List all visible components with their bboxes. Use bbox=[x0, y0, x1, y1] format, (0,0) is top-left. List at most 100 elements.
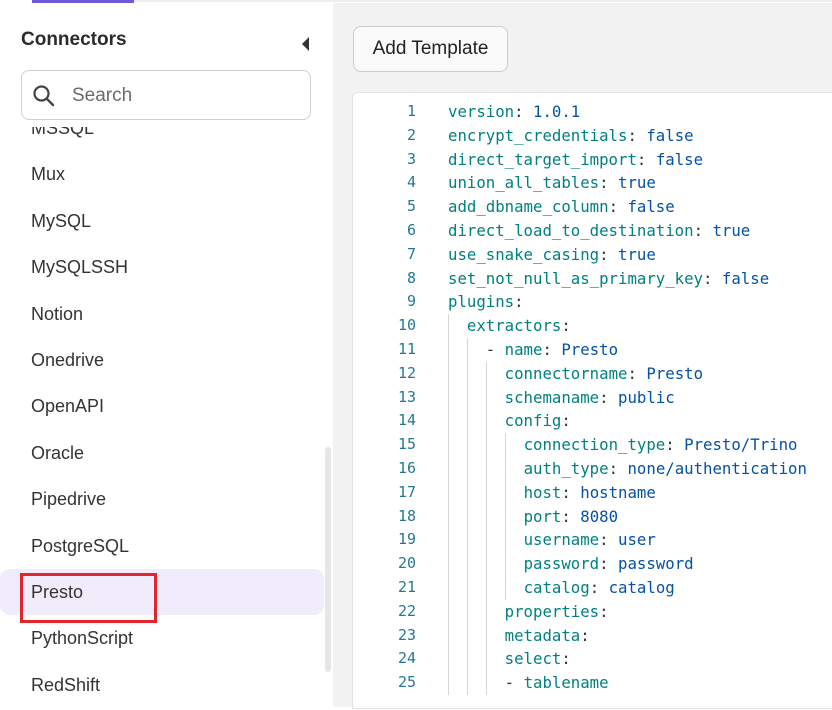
code-line: 19 username: user bbox=[353, 528, 832, 552]
line-number: 22 bbox=[397, 601, 416, 620]
connector-list: MSSQL Mux MySQL MySQLSSH Notion Onedrive OpenA… bbox=[0, 127, 324, 710]
line-number: 15 bbox=[397, 435, 416, 454]
code-content: use_snake_casing: true bbox=[448, 244, 656, 264]
code-content: properties: bbox=[504, 601, 609, 621]
connector-item-postgresql[interactable]: PostgreSQL bbox=[0, 523, 324, 569]
yaml-key: extractors bbox=[466, 316, 562, 336]
search-icon bbox=[33, 85, 55, 107]
code-line: 18 port: 8080 bbox=[353, 505, 832, 529]
code-line: 17 host: hostname bbox=[353, 481, 832, 505]
connector-item-oracle[interactable]: Oracle bbox=[0, 430, 324, 476]
yaml-key: direct_target_import bbox=[448, 149, 637, 169]
code-content: set_not_null_as_primary_key: false bbox=[448, 268, 770, 288]
line-number: 21 bbox=[397, 578, 416, 596]
code-line: 1 version: 1.0.1 bbox=[353, 100, 832, 124]
yaml-key: version bbox=[448, 102, 515, 121]
line-number: 12 bbox=[397, 363, 416, 382]
code-line: 24 select: bbox=[353, 647, 832, 671]
code-content: - tablename bbox=[504, 673, 609, 693]
yaml-key: host bbox=[523, 482, 562, 502]
yaml-key: select bbox=[504, 649, 562, 669]
yaml-value: Presto/Trino bbox=[684, 435, 798, 455]
yaml-value: hostname bbox=[580, 482, 656, 502]
yaml-value: none/authentication bbox=[627, 459, 807, 478]
line-number: 1 bbox=[406, 102, 416, 120]
yaml-key: auth_type bbox=[523, 459, 609, 478]
yaml-value: false bbox=[646, 125, 694, 145]
code-content: connection_type: Presto/Trino bbox=[523, 435, 798, 455]
code-line: 8 set_not_null_as_primary_key: false bbox=[353, 267, 832, 291]
yaml-key: properties bbox=[504, 601, 600, 621]
code-line: 16 auth_type: none/authentication bbox=[353, 457, 832, 481]
connector-item-mysql[interactable]: MySQL bbox=[0, 198, 324, 244]
indent-guide bbox=[504, 433, 506, 600]
code-line: 25 - tablename bbox=[353, 671, 832, 695]
line-number: 2 bbox=[406, 125, 416, 144]
connector-item-pythonscript[interactable]: PythonScript bbox=[0, 615, 324, 661]
code-line: 4 union_all_tables: true bbox=[353, 171, 832, 195]
yaml-key: metadata bbox=[504, 625, 581, 645]
line-number: 24 bbox=[397, 649, 416, 668]
yaml-key: direct_load_to_destination bbox=[448, 221, 694, 240]
code-line: 21 catalog: catalog bbox=[353, 576, 832, 600]
yaml-key: password bbox=[523, 554, 600, 574]
sidebar-scrollbar[interactable] bbox=[324, 127, 332, 710]
yaml-key: encrypt_credentials bbox=[448, 125, 628, 145]
code-content: metadata: bbox=[504, 625, 590, 645]
yaml-key: config bbox=[504, 411, 562, 431]
search-input[interactable] bbox=[70, 79, 304, 113]
yaml-value: catalog bbox=[608, 578, 675, 597]
line-number: 8 bbox=[406, 268, 416, 287]
yaml-key: schemaname bbox=[504, 387, 600, 407]
yaml-editor[interactable]: 1 version: 1.0.1 2 encrypt_credentials: fal… bbox=[352, 92, 832, 709]
code-line: 9 plugins: bbox=[353, 290, 832, 314]
top-divider bbox=[134, 0, 832, 2]
line-number: 9 bbox=[406, 292, 416, 311]
code-line: 13 schemaname: public bbox=[353, 386, 832, 410]
connector-item-mysqlssh[interactable]: MySQLSSH bbox=[0, 244, 324, 290]
yaml-value: Presto bbox=[561, 340, 619, 359]
indent-guide bbox=[466, 338, 468, 695]
connector-item-mssql[interactable]: MSSQL bbox=[0, 127, 324, 151]
connector-item-openapi[interactable]: OpenAPI bbox=[0, 383, 324, 429]
yaml-value: true bbox=[618, 173, 656, 193]
main-panel: Add Template 1 version: 1.0.1 2 encrypt_cre… bbox=[333, 3, 832, 709]
code-line: 22 properties: bbox=[353, 600, 832, 624]
code-line: 5 add_dbname_column: false bbox=[353, 195, 832, 219]
line-number: 3 bbox=[406, 149, 416, 168]
connectors-sidebar: Connectors MSSQLMuxMySQLMySQLSSHNotionOn… bbox=[0, 3, 332, 707]
yaml-value: 1.0.1 bbox=[533, 102, 581, 121]
yaml-value: false bbox=[627, 197, 675, 217]
connector-item-onedrive[interactable]: Onedrive bbox=[0, 337, 324, 383]
code-content: host: hostname bbox=[523, 482, 656, 502]
code-content: catalog: catalog bbox=[523, 578, 675, 597]
collapse-sidebar-button[interactable] bbox=[298, 35, 314, 53]
line-number: 19 bbox=[397, 530, 416, 549]
code-content: port: 8080 bbox=[523, 506, 619, 526]
add-template-button[interactable]: Add Template bbox=[353, 26, 508, 72]
connector-item-notion[interactable]: Notion bbox=[0, 291, 324, 337]
connector-item-redshift[interactable]: RedShift bbox=[0, 662, 324, 708]
connector-item-mux[interactable]: Mux bbox=[0, 151, 324, 197]
line-number: 5 bbox=[406, 197, 416, 216]
code-content: schemaname: public bbox=[504, 387, 675, 407]
connector-item-presto[interactable]: Presto bbox=[0, 568, 324, 616]
code-content: version: 1.0.1 bbox=[448, 102, 581, 121]
line-number: 17 bbox=[397, 482, 416, 501]
line-number: 20 bbox=[397, 554, 416, 573]
yaml-key: add_dbname_column bbox=[448, 197, 609, 217]
connector-item-pipedrive[interactable]: Pipedrive bbox=[0, 476, 324, 522]
yaml-value: public bbox=[618, 387, 675, 407]
code-content: extractors: bbox=[466, 316, 571, 336]
line-number: 4 bbox=[406, 173, 416, 192]
yaml-key: catalog bbox=[523, 578, 590, 597]
line-number: 7 bbox=[406, 244, 416, 263]
code-content: username: user bbox=[523, 530, 656, 550]
yaml-key: use_snake_casing bbox=[448, 244, 600, 264]
line-number: 10 bbox=[397, 316, 416, 335]
search-box[interactable] bbox=[21, 70, 311, 120]
line-number: 18 bbox=[397, 506, 416, 525]
line-number: 11 bbox=[397, 340, 416, 358]
scrollbar-thumb[interactable] bbox=[325, 447, 331, 672]
yaml-value: user bbox=[618, 530, 656, 550]
